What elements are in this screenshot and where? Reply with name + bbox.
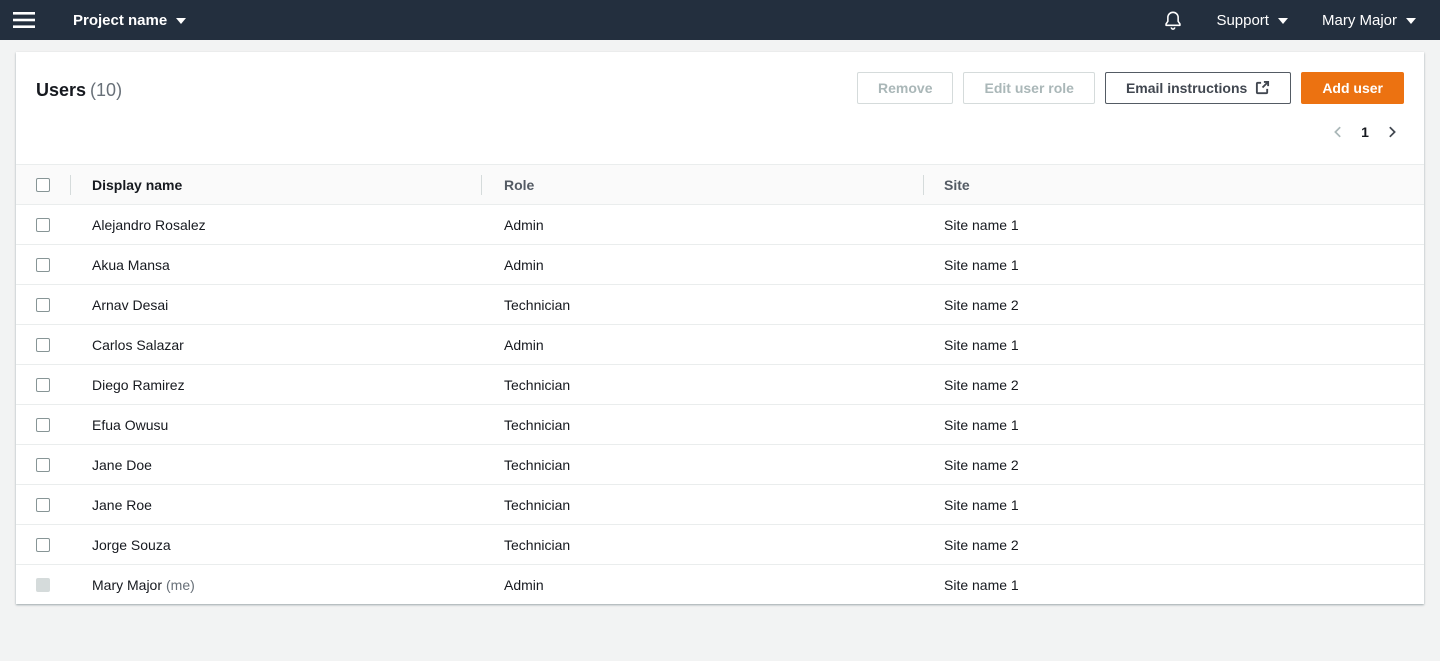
user-menu-label: Mary Major: [1322, 12, 1397, 29]
top-navigation: Project name Support Mary Major: [0, 0, 1440, 40]
table-row: Efua Owusu Technician Site name 1: [16, 404, 1424, 444]
table-actions: Remove Edit user role Email instructions…: [857, 72, 1404, 104]
cell-role: Technician: [481, 297, 923, 313]
table-header-row: Display name Role Site: [16, 164, 1424, 204]
row-checkbox[interactable]: [36, 338, 50, 352]
edit-user-role-button[interactable]: Edit user role: [963, 72, 1094, 104]
cell-site: Site name 1: [923, 337, 1424, 353]
cell-site: Site name 2: [923, 377, 1424, 393]
support-menu[interactable]: Support: [1216, 12, 1288, 29]
row-checkbox[interactable]: [36, 218, 50, 232]
notifications-bell-icon: [1164, 11, 1182, 30]
row-checkbox[interactable]: [36, 378, 50, 392]
hamburger-menu-glyph: [13, 11, 35, 29]
add-user-button[interactable]: Add user: [1301, 72, 1404, 104]
project-name-menu[interactable]: Project name: [73, 12, 186, 29]
table-row: Jane Roe Technician Site name 1: [16, 484, 1424, 524]
email-instructions-button[interactable]: Email instructions: [1105, 72, 1291, 104]
users-count: (10): [90, 80, 122, 100]
table-row: Arnav Desai Technician Site name 2: [16, 284, 1424, 324]
cell-display-name: Jorge Souza: [70, 537, 481, 553]
select-all-checkbox[interactable]: [36, 178, 50, 192]
cell-role: Technician: [481, 377, 923, 393]
cell-site: Site name 2: [923, 537, 1424, 553]
cell-role: Technician: [481, 537, 923, 553]
row-checkbox[interactable]: [36, 458, 50, 472]
users-title-text: Users: [36, 80, 86, 100]
cell-role: Technician: [481, 457, 923, 473]
table-row: Akua Mansa Admin Site name 1: [16, 244, 1424, 284]
user-menu[interactable]: Mary Major: [1322, 12, 1416, 29]
table-row: Mary Major(me) Admin Site name 1: [16, 564, 1424, 604]
project-name-label: Project name: [73, 12, 167, 29]
cell-site: Site name 1: [923, 497, 1424, 513]
cell-site: Site name 1: [923, 417, 1424, 433]
email-instructions-label: Email instructions: [1126, 73, 1247, 103]
hamburger-menu-icon[interactable]: [0, 0, 51, 40]
cell-role: Admin: [481, 217, 923, 233]
users-table: Display name Role Site Alejandro Rosalez…: [16, 164, 1424, 604]
cell-role: Admin: [481, 577, 923, 593]
cell-role: Admin: [481, 257, 923, 273]
caret-down-icon: [1278, 18, 1288, 24]
row-checkbox[interactable]: [36, 418, 50, 432]
table-row: Carlos Salazar Admin Site name 1: [16, 324, 1424, 364]
cell-role: Technician: [481, 417, 923, 433]
cell-display-name: Jane Doe: [70, 457, 481, 473]
cell-site: Site name 1: [923, 217, 1424, 233]
cell-site: Site name 2: [923, 457, 1424, 473]
row-checkbox: [36, 578, 50, 592]
cell-display-name: Jane Roe: [70, 497, 481, 513]
cell-display-name: Diego Ramirez: [70, 377, 481, 393]
cell-display-name: Alejandro Rosalez: [70, 217, 481, 233]
table-row: Alejandro Rosalez Admin Site name 1: [16, 204, 1424, 244]
cell-role: Technician: [481, 497, 923, 513]
table-row: Diego Ramirez Technician Site name 2: [16, 364, 1424, 404]
external-link-icon: [1255, 80, 1270, 95]
row-checkbox[interactable]: [36, 258, 50, 272]
support-label: Support: [1216, 12, 1269, 29]
column-header-site[interactable]: Site: [923, 165, 1424, 204]
cell-display-name: Akua Mansa: [70, 257, 481, 273]
cell-role: Admin: [481, 337, 923, 353]
table-row: Jane Doe Technician Site name 2: [16, 444, 1424, 484]
remove-button[interactable]: Remove: [857, 72, 953, 104]
page-title: Users(10): [36, 78, 122, 102]
column-header-role[interactable]: Role: [481, 165, 923, 204]
row-checkbox[interactable]: [36, 498, 50, 512]
cell-display-name: Carlos Salazar: [70, 337, 481, 353]
current-page-number[interactable]: 1: [1354, 124, 1376, 140]
users-panel: Users(10) Remove Edit user role Email in…: [16, 52, 1424, 604]
cell-display-name: Mary Major(me): [70, 577, 481, 593]
users-panel-header: Users(10) Remove Edit user role Email in…: [16, 52, 1424, 164]
display-name-text: Mary Major: [92, 577, 162, 593]
cell-display-name: Efua Owusu: [70, 417, 481, 433]
column-header-display-name[interactable]: Display name: [70, 165, 481, 204]
row-checkbox[interactable]: [36, 298, 50, 312]
pagination: 1: [1326, 118, 1404, 146]
cell-site: Site name 1: [923, 257, 1424, 273]
chevron-right-icon[interactable]: [1380, 120, 1404, 144]
notifications-button[interactable]: [1164, 11, 1182, 30]
caret-down-icon: [1406, 18, 1416, 24]
cell-display-name: Arnav Desai: [70, 297, 481, 313]
table-row: Jorge Souza Technician Site name 2: [16, 524, 1424, 564]
row-checkbox[interactable]: [36, 538, 50, 552]
me-suffix: (me): [166, 577, 195, 593]
cell-site: Site name 2: [923, 297, 1424, 313]
chevron-left-icon: [1326, 120, 1350, 144]
cell-site: Site name 1: [923, 577, 1424, 593]
caret-down-icon: [176, 18, 186, 24]
